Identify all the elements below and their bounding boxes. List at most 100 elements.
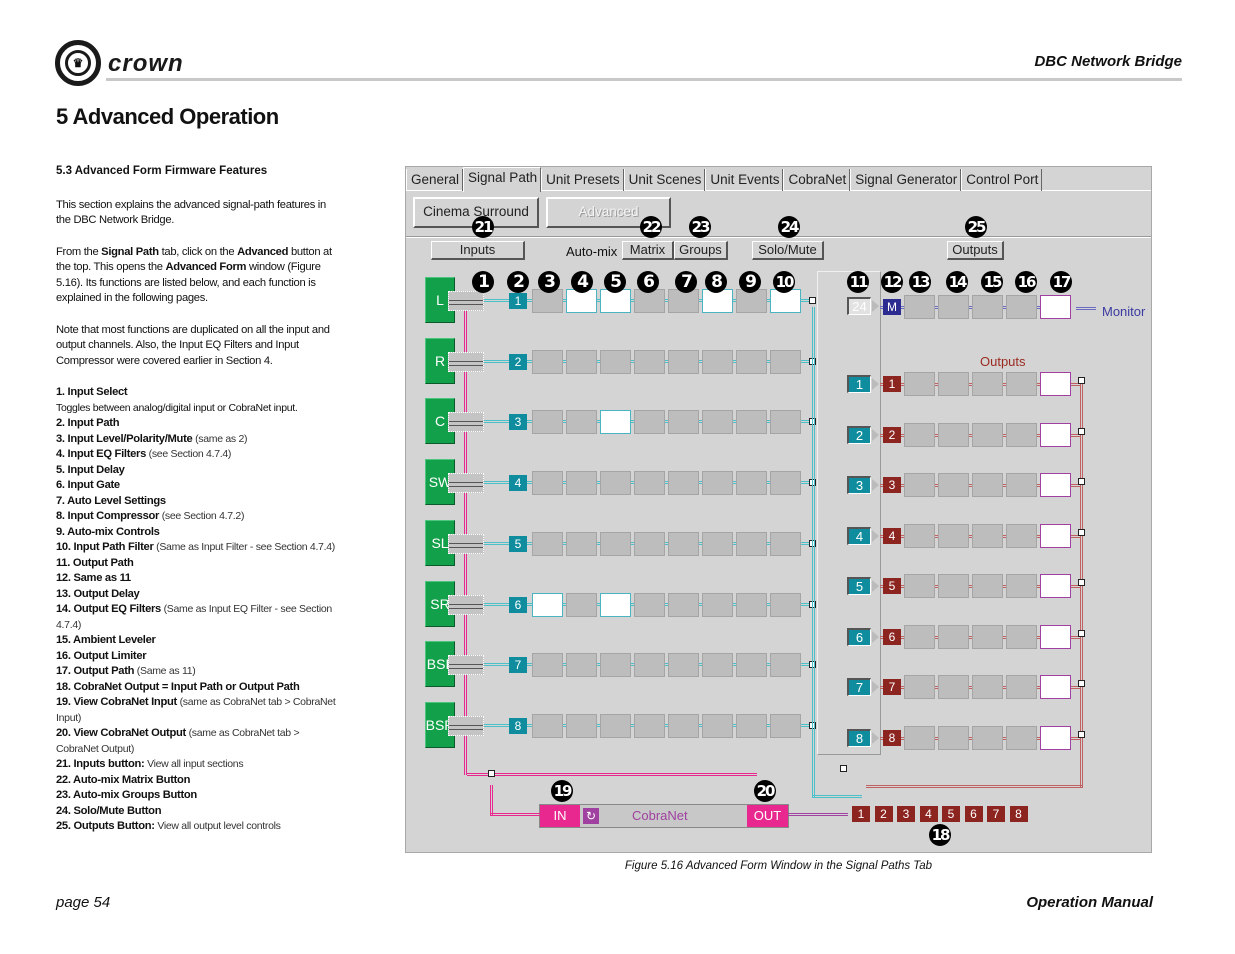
ambient-leveler-block[interactable] <box>972 574 1003 598</box>
path-filter-block[interactable] <box>770 592 801 617</box>
auto-level-block[interactable] <box>668 349 699 374</box>
output-channel[interactable]: 3 <box>883 477 901 493</box>
ambient-leveler-block[interactable] <box>972 523 1003 548</box>
output-eq-block[interactable] <box>938 422 969 447</box>
cobranet-output-channel[interactable]: 6 <box>964 806 983 822</box>
tab-unit-events[interactable]: Unit Events <box>705 169 784 191</box>
output-eq-block[interactable] <box>938 675 969 699</box>
input-gate-block[interactable] <box>634 471 665 496</box>
path-filter-block[interactable] <box>770 471 801 496</box>
monitor-source[interactable]: 24 <box>847 297 871 315</box>
input-select-toggle[interactable] <box>448 473 484 494</box>
output-source[interactable]: 3 <box>847 476 871 494</box>
output-source[interactable]: 2 <box>847 425 871 444</box>
input-eq-block[interactable] <box>566 713 597 738</box>
automix-block[interactable] <box>736 713 767 738</box>
output-delay-block[interactable] <box>904 725 935 750</box>
output-channel[interactable]: 8 <box>883 729 901 746</box>
output-eq-block[interactable] <box>938 624 969 649</box>
input-select-toggle[interactable] <box>448 351 484 372</box>
ambient-leveler-block[interactable] <box>972 725 1003 750</box>
input-gate-block[interactable] <box>634 410 665 435</box>
output-channel[interactable]: 5 <box>883 578 901 594</box>
input-eq-block[interactable] <box>566 349 597 374</box>
input-eq-block[interactable] <box>566 410 597 435</box>
output-path-block[interactable] <box>1040 725 1071 750</box>
output-channel[interactable]: 6 <box>883 628 901 645</box>
input-eq-block[interactable] <box>566 531 597 556</box>
compressor-block[interactable] <box>702 592 733 617</box>
tab-signal-generator[interactable]: Signal Generator <box>850 169 962 191</box>
tab-unit-presets[interactable]: Unit Presets <box>541 169 624 191</box>
output-source[interactable]: 8 <box>847 728 871 747</box>
cobranet-output-channel[interactable]: 3 <box>897 806 915 822</box>
compressor-block[interactable] <box>702 410 733 435</box>
auto-level-block[interactable] <box>668 410 699 435</box>
input-gate-block[interactable] <box>634 531 665 556</box>
output-path-block[interactable] <box>1040 523 1071 548</box>
input-delay-block[interactable] <box>600 471 631 496</box>
output-channel[interactable]: 2 <box>883 426 901 443</box>
input-channel[interactable]: 4 <box>509 475 527 492</box>
input-channel[interactable]: 8 <box>509 717 527 734</box>
output-limiter-block[interactable] <box>1006 473 1037 497</box>
output-delay-block[interactable] <box>904 574 935 598</box>
level-polarity-mute-block[interactable] <box>532 471 563 496</box>
monitor-output-limiter-block[interactable] <box>1006 295 1037 319</box>
output-limiter-block[interactable] <box>1006 372 1037 396</box>
tab-control-port[interactable]: Control Port <box>961 169 1043 191</box>
output-path-block[interactable] <box>1040 422 1071 447</box>
output-path-block[interactable] <box>1040 473 1071 497</box>
ambient-leveler-block[interactable] <box>972 473 1003 497</box>
automix-block[interactable] <box>736 531 767 556</box>
output-path-block[interactable] <box>1040 624 1071 649</box>
output-delay-block[interactable] <box>904 523 935 548</box>
solo-mute-button[interactable]: Solo/Mute <box>752 241 824 260</box>
input-gate-block[interactable] <box>634 349 665 374</box>
output-limiter-block[interactable] <box>1006 422 1037 447</box>
cobranet-output-channel[interactable]: 7 <box>987 806 1005 822</box>
input-select-toggle[interactable] <box>448 655 484 676</box>
ambient-leveler-block[interactable] <box>972 372 1003 396</box>
output-delay-block[interactable] <box>904 372 935 396</box>
automix-block[interactable] <box>736 592 767 617</box>
level-polarity-mute-block[interactable] <box>532 349 563 374</box>
cobranet-in-button[interactable]: IN <box>540 805 580 827</box>
input-channel[interactable]: 2 <box>509 353 527 370</box>
level-polarity-mute-block[interactable] <box>532 713 563 738</box>
input-delay-block[interactable] <box>600 653 631 678</box>
input-eq-block[interactable] <box>566 592 597 617</box>
compressor-block[interactable] <box>702 471 733 496</box>
input-gate-block[interactable] <box>634 713 665 738</box>
level-polarity-mute-block[interactable] <box>532 410 563 435</box>
cobranet-output-channel[interactable]: 1 <box>852 806 870 822</box>
output-limiter-block[interactable] <box>1006 725 1037 750</box>
tab-general[interactable]: General <box>406 169 464 191</box>
input-delay-block[interactable] <box>600 592 631 617</box>
path-filter-block[interactable] <box>770 653 801 678</box>
ambient-leveler-block[interactable] <box>972 422 1003 447</box>
input-eq-block[interactable] <box>566 471 597 496</box>
input-gate-block[interactable] <box>634 592 665 617</box>
input-gate-block[interactable] <box>634 653 665 678</box>
monitor-output-eq-block[interactable] <box>938 295 969 319</box>
auto-level-block[interactable] <box>668 592 699 617</box>
path-filter-block[interactable] <box>770 349 801 374</box>
level-polarity-mute-block[interactable] <box>532 653 563 678</box>
output-limiter-block[interactable] <box>1006 523 1037 548</box>
cobranet-output-channel[interactable]: 5 <box>942 806 960 822</box>
automix-block[interactable] <box>736 410 767 435</box>
output-path-block[interactable] <box>1040 372 1071 396</box>
matrix-button[interactable]: Matrix <box>622 241 674 260</box>
input-channel[interactable]: 6 <box>509 596 527 613</box>
tab-unit-scenes[interactable]: Unit Scenes <box>623 169 706 191</box>
compressor-block[interactable] <box>702 349 733 374</box>
cobranet-output-channel[interactable]: 4 <box>919 806 938 822</box>
output-eq-block[interactable] <box>938 523 969 548</box>
level-polarity-mute-block[interactable] <box>532 531 563 556</box>
monitor-output-delay-block[interactable] <box>904 295 935 319</box>
output-channel[interactable]: 7 <box>883 679 901 695</box>
input-channel[interactable]: 5 <box>509 535 527 552</box>
output-delay-block[interactable] <box>904 675 935 699</box>
output-eq-block[interactable] <box>938 372 969 396</box>
